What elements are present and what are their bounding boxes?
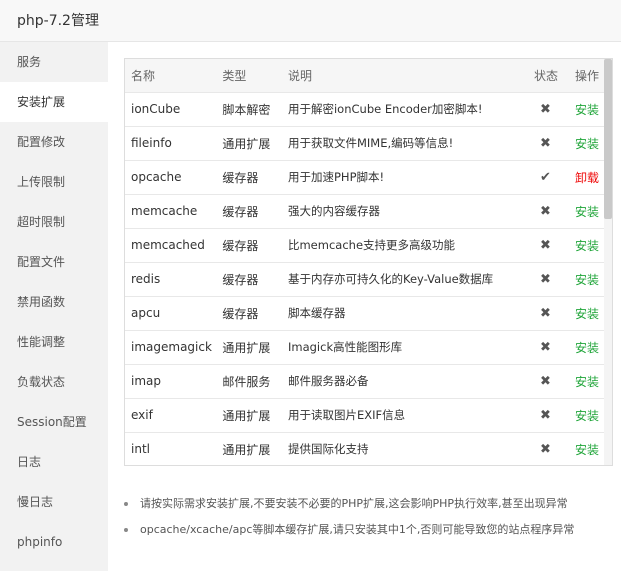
extensions-table: 名称 类型 说明 状态 操作 ionCube 脚本解密 用于解密ionCube … [125,59,612,465]
table-row: intl 通用扩展 提供国际化支持 ✖ 安装 [125,432,612,465]
ext-name: memcached [125,228,223,263]
cross-icon: ✖ [534,330,576,365]
table-row: opcache 缓存器 用于加速PHP脚本! ✔ 卸载 [125,160,612,195]
table-row: ionCube 脚本解密 用于解密ionCube Encoder加密脚本! ✖ … [125,92,612,127]
ext-description: 强大的内容缓存器 [287,194,535,229]
ext-name: fileinfo [125,126,223,161]
ext-type: 缓存器 [222,262,288,297]
cross-icon: ✖ [534,296,576,331]
ext-description: 用于读取图片EXIF信息 [287,398,535,433]
ext-description: 邮件服务器必备 [287,364,535,399]
table-row: imap 邮件服务 邮件服务器必备 ✖ 安装 [125,364,612,399]
cross-icon: ✖ [534,194,576,229]
ext-name: ionCube [125,92,223,127]
sidebar-item-config-file[interactable]: 配置文件 [0,242,108,282]
ext-type: 缓存器 [222,194,288,229]
ext-type: 通用扩展 [222,126,288,161]
sidebar-item-disabled-functions[interactable]: 禁用函数 [0,282,108,322]
ext-type: 缓存器 [222,228,288,263]
ext-type: 缓存器 [222,296,288,331]
table-row: fileinfo 通用扩展 用于获取文件MIME,编码等信息! ✖ 安装 [125,126,612,161]
install-button[interactable]: 安装 [575,103,599,117]
header-type: 类型 [222,59,288,93]
install-button[interactable]: 安装 [575,307,599,321]
table-row: memcached 缓存器 比memcache支持更多高级功能 ✖ 安装 [125,228,612,263]
ext-type: 邮件服务 [222,364,288,399]
extensions-table-container[interactable]: 名称 类型 说明 状态 操作 ionCube 脚本解密 用于解密ionCube … [124,58,613,466]
sidebar-item-phpinfo[interactable]: phpinfo [0,522,108,562]
note-item: opcache/xcache/apc等脚本缓存扩展,请只安装其中1个,否则可能导… [124,520,621,546]
table-row: apcu 缓存器 脚本缓存器 ✖ 安装 [125,296,612,331]
cross-icon: ✖ [534,262,576,297]
ext-description: 基于内存亦可持久化的Key-Value数据库 [287,262,535,297]
ext-description: 用于加速PHP脚本! [287,160,535,195]
header-description: 说明 [287,59,535,93]
sidebar: 服务 安装扩展 配置修改 上传限制 超时限制 配置文件 禁用函数 性能调整 负载… [0,42,108,571]
ext-type: 脚本解密 [222,92,288,127]
install-button[interactable]: 安装 [575,341,599,355]
ext-description: 比memcache支持更多高级功能 [287,228,535,263]
install-button[interactable]: 安装 [575,443,599,457]
sidebar-item-timeout-limit[interactable]: 超时限制 [0,202,108,242]
ext-name: redis [125,262,223,297]
sidebar-item-service[interactable]: 服务 [0,42,108,82]
ext-name: intl [125,432,223,465]
sidebar-item-install-extensions[interactable]: 安装扩展 [0,82,108,122]
install-button[interactable]: 安装 [575,137,599,151]
install-button[interactable]: 安装 [575,205,599,219]
sidebar-item-slow-log[interactable]: 慢日志 [0,482,108,522]
ext-type: 缓存器 [222,160,288,195]
table-header-row: 名称 类型 说明 状态 操作 [125,59,612,93]
table-scrollbar[interactable] [604,59,612,465]
window-title: php-7.2管理 [17,13,99,29]
ext-description: 脚本缓存器 [287,296,535,331]
ext-name: memcache [125,194,223,229]
install-button[interactable]: 安装 [575,409,599,423]
ext-description: 提供国际化支持 [287,432,535,465]
window-title-bar: php-7.2管理 [0,0,621,42]
install-button[interactable]: 安装 [575,239,599,253]
install-button[interactable]: 安装 [575,273,599,287]
ext-type: 通用扩展 [222,330,288,365]
check-icon: ✔ [534,160,576,195]
sidebar-item-upload-limit[interactable]: 上传限制 [0,162,108,202]
ext-name: opcache [125,160,223,195]
sidebar-item-load-status[interactable]: 负载状态 [0,362,108,402]
sidebar-item-performance[interactable]: 性能调整 [0,322,108,362]
uninstall-button[interactable]: 卸载 [575,171,599,185]
header-name: 名称 [125,59,223,93]
scrollbar-thumb[interactable] [604,59,612,219]
ext-name: exif [125,398,223,433]
cross-icon: ✖ [534,398,576,433]
cross-icon: ✖ [534,228,576,263]
note-item: 请按实际需求安装扩展,不要安装不必要的PHP扩展,这会影响PHP执行效率,甚至出… [124,494,621,520]
cross-icon: ✖ [534,126,576,161]
header-status: 状态 [534,59,576,93]
ext-name: imagemagick [125,330,223,365]
cross-icon: ✖ [534,364,576,399]
ext-description: 用于解密ionCube Encoder加密脚本! [287,92,535,127]
ext-name: imap [125,364,223,399]
table-row: memcache 缓存器 强大的内容缓存器 ✖ 安装 [125,194,612,229]
ext-description: Imagick高性能图形库 [287,330,535,365]
ext-description: 用于获取文件MIME,编码等信息! [287,126,535,161]
main-content: 名称 类型 说明 状态 操作 ionCube 脚本解密 用于解密ionCube … [108,42,621,571]
table-row: exif 通用扩展 用于读取图片EXIF信息 ✖ 安装 [125,398,612,433]
table-row: redis 缓存器 基于内存亦可持久化的Key-Value数据库 ✖ 安装 [125,262,612,297]
ext-name: apcu [125,296,223,331]
sidebar-item-log[interactable]: 日志 [0,442,108,482]
sidebar-item-config-modify[interactable]: 配置修改 [0,122,108,162]
install-button[interactable]: 安装 [575,375,599,389]
ext-type: 通用扩展 [222,432,288,465]
table-row: imagemagick 通用扩展 Imagick高性能图形库 ✖ 安装 [125,330,612,365]
cross-icon: ✖ [534,432,576,465]
notes-list: 请按实际需求安装扩展,不要安装不必要的PHP扩展,这会影响PHP执行效率,甚至出… [124,494,621,546]
sidebar-item-session-config[interactable]: Session配置 [0,402,108,442]
cross-icon: ✖ [534,92,576,127]
ext-type: 通用扩展 [222,398,288,433]
